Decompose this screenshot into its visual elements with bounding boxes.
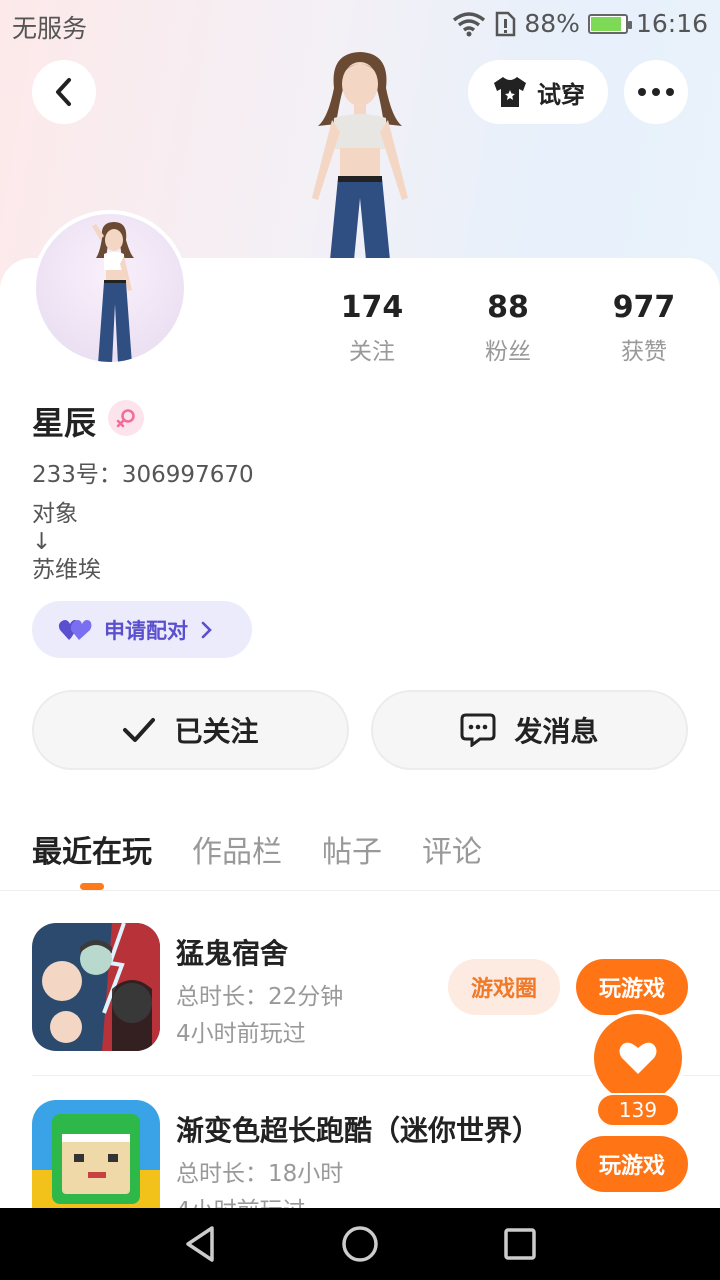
request-pair-button[interactable]: 申请配对 — [32, 601, 252, 658]
like-count: 139 — [596, 1093, 680, 1127]
stat-value: 174 — [340, 290, 404, 325]
wifi-icon — [453, 11, 486, 36]
game-duration: 总时长：18小时 — [176, 1161, 344, 1187]
clock: 16:16 — [635, 9, 708, 38]
stat-value: 977 — [612, 290, 676, 325]
more-dots-icon — [638, 88, 674, 96]
square-recents-icon — [504, 1228, 536, 1260]
try-on-button[interactable]: 试穿 — [468, 60, 608, 124]
game-title[interactable]: 渐变色超长跑酷（迷你世界） — [176, 1109, 540, 1149]
stat-following[interactable]: 174 关注 — [312, 290, 432, 366]
stat-label: 获赞 — [621, 339, 667, 365]
play-game-button[interactable]: 玩游戏 — [576, 959, 688, 1015]
battery-icon — [587, 13, 632, 34]
tab-works[interactable]: 作品栏 — [192, 827, 282, 871]
battery-percent: 88% — [524, 9, 580, 38]
bio-line: 苏维埃 — [32, 557, 101, 583]
try-on-label: 试穿 — [537, 80, 585, 109]
triangle-back-icon — [186, 1226, 214, 1262]
heart-icon — [619, 1042, 657, 1074]
stat-label: 粉丝 — [485, 339, 531, 365]
check-icon — [123, 718, 156, 742]
stat-likes[interactable]: 977 获赞 — [584, 290, 704, 366]
circle-home-icon — [342, 1226, 378, 1262]
send-message-button[interactable]: 发消息 — [371, 690, 688, 770]
avatar-3d-figure — [312, 52, 408, 260]
nav-recents-button[interactable] — [500, 1224, 540, 1264]
game-duration: 总时长：22分钟 — [176, 984, 344, 1010]
bio-line: ↓ — [32, 529, 52, 555]
tabs-divider — [0, 890, 720, 891]
female-gender-icon — [108, 400, 144, 436]
system-nav-bar — [0, 1208, 720, 1280]
game-last-played: 4小时前玩过 — [176, 1021, 306, 1047]
more-button[interactable] — [624, 60, 688, 124]
nav-back-button[interactable] — [180, 1224, 220, 1264]
double-heart-icon — [58, 619, 92, 640]
game-last-played: 4小时前玩过 — [176, 1191, 306, 1208]
like-button[interactable] — [590, 1010, 686, 1106]
chevron-left-icon — [56, 78, 71, 106]
tab-recently-played[interactable]: 最近在玩 — [32, 827, 152, 871]
avatar[interactable] — [32, 210, 188, 366]
tab-comments[interactable]: 评论 — [422, 827, 482, 871]
user-id: 233号：306997670 — [32, 462, 254, 488]
game-circle-button[interactable]: 游戏圈 — [448, 959, 560, 1015]
tab-indicator — [80, 883, 104, 890]
avatar-figure-image — [92, 222, 134, 362]
play-game-button[interactable]: 玩游戏 — [576, 1136, 688, 1192]
send-message-label: 发消息 — [514, 715, 599, 748]
tab-posts[interactable]: 帖子 — [322, 827, 382, 871]
followed-label: 已关注 — [174, 715, 259, 748]
carrier-label: 无服务 — [12, 14, 88, 43]
stat-label: 关注 — [349, 339, 395, 365]
game-icon-ghost-dorm[interactable] — [32, 923, 160, 1051]
stat-value: 88 — [487, 290, 529, 325]
chevron-right-icon — [201, 621, 212, 638]
status-bar: 无服务 88% 16:16 — [0, 0, 720, 50]
status-icons: 88% 16:16 — [452, 9, 708, 38]
stat-followers[interactable]: 88 粉丝 — [448, 290, 568, 366]
tshirt-icon — [494, 77, 526, 107]
request-pair-label: 申请配对 — [104, 618, 188, 643]
back-button[interactable] — [32, 60, 96, 124]
followed-button[interactable]: 已关注 — [32, 690, 349, 770]
chat-bubble-icon — [460, 713, 496, 747]
bio: 对象 ↓ 苏维埃 — [32, 500, 101, 584]
bio-line: 对象 — [32, 501, 78, 527]
profile-name: 星辰 — [32, 404, 97, 442]
battery-fill — [590, 16, 621, 31]
nav-home-button[interactable] — [340, 1224, 380, 1264]
game-title[interactable]: 猛鬼宿舍 — [176, 932, 288, 972]
sim-alert-icon — [496, 11, 516, 36]
